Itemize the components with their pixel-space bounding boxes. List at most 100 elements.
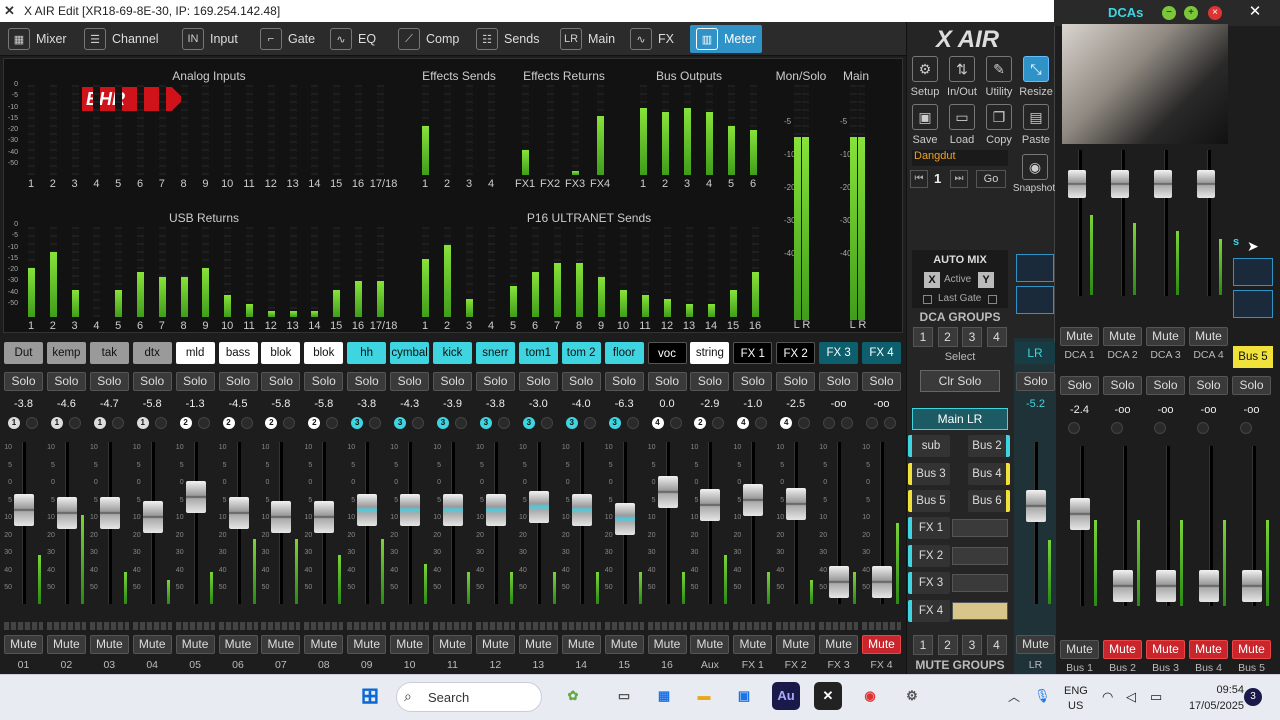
dca-assign-dot[interactable]: 3	[437, 417, 449, 429]
channel-name-9[interactable]: hh tmbo	[347, 342, 387, 381]
wrench-icon[interactable]: ✎	[986, 56, 1012, 82]
mute-group-button-1[interactable]: 1	[913, 635, 933, 655]
mute-button[interactable]: Mute	[4, 635, 43, 654]
automix-x-button[interactable]: X	[924, 272, 940, 288]
file-explorer-icon[interactable]: ▬	[690, 682, 718, 710]
tool-paste[interactable]: Paste	[1017, 134, 1055, 146]
solo-button[interactable]: Solo	[304, 372, 344, 391]
mute-button[interactable]: Mute	[776, 635, 816, 654]
fader-cap[interactable]	[271, 500, 292, 533]
fader-cap[interactable]	[657, 475, 678, 508]
solo-button[interactable]: Solo	[733, 372, 773, 391]
task-view-icon[interactable]: ▭	[610, 682, 638, 710]
mute-button[interactable]: Mute	[518, 635, 558, 654]
fader-cap[interactable]	[700, 488, 721, 521]
fader-cap[interactable]	[99, 496, 120, 529]
audition-icon[interactable]: Au	[772, 682, 800, 710]
solo-button[interactable]: Solo	[4, 372, 43, 391]
channel-name-14[interactable]: tom 2	[561, 342, 601, 364]
arrows-icon[interactable]: ⇅	[949, 56, 975, 82]
dca-assign-dot[interactable]: 1	[50, 417, 63, 429]
dca-assign-dot-empty[interactable]	[823, 417, 836, 429]
dca-assign-dot-empty[interactable]	[583, 417, 596, 429]
bus-dca-dot[interactable]	[1240, 422, 1252, 434]
next-scene-icon[interactable]: ⏭	[950, 170, 968, 188]
bus-solo-button[interactable]: Solo	[1146, 376, 1185, 395]
dca-assign-dot-empty[interactable]	[884, 417, 896, 429]
fader-cap[interactable]	[571, 494, 592, 526]
channel-name-2[interactable]: kemp	[46, 342, 86, 364]
dca-assign-dot-empty[interactable]	[669, 417, 682, 429]
tool-load[interactable]: Load	[943, 134, 981, 146]
last-gate-checkbox-right[interactable]	[988, 295, 997, 304]
dca-assign-dot-empty[interactable]	[866, 417, 878, 429]
automix-y-button[interactable]: Y	[978, 272, 994, 288]
fader-cap[interactable]	[485, 494, 506, 526]
mute-button[interactable]: Mute	[433, 635, 472, 654]
fader-cap[interactable]	[614, 503, 635, 536]
fader-cap[interactable]	[786, 487, 807, 520]
fader-track[interactable]	[665, 442, 670, 604]
fader-cap[interactable]	[528, 491, 549, 524]
dca-assign-dot-empty[interactable]	[111, 417, 124, 429]
dca-assign-dot-empty[interactable]	[240, 417, 253, 429]
scene-name[interactable]: Dangdut	[912, 150, 1008, 166]
tab-mixer[interactable]: ▦ Mixer	[2, 25, 73, 53]
fader-cap[interactable]	[14, 494, 34, 526]
folder-icon[interactable]: ▭	[949, 104, 975, 130]
bus-mute-button[interactable]: Mute	[1103, 640, 1142, 659]
lr-fader-cap[interactable]	[1026, 490, 1046, 522]
main-lr-button[interactable]: Main LR	[912, 408, 1008, 430]
channel-name-5[interactable]: mld	[175, 342, 215, 364]
tool-resize[interactable]: Resize	[1017, 86, 1055, 98]
maximize-icon[interactable]: +	[1184, 6, 1198, 20]
mute-button[interactable]: Mute	[647, 635, 687, 654]
tool-save[interactable]: Save	[906, 134, 944, 146]
tab-meter[interactable]: ▥ Meter	[690, 25, 762, 53]
last-gate-checkbox[interactable]	[923, 295, 932, 304]
prev-scene-icon[interactable]: ⏮	[910, 170, 928, 188]
solo-button[interactable]: Solo	[647, 372, 687, 391]
dca-assign-dot[interactable]: 3	[565, 417, 578, 429]
battery-icon[interactable]: ▭	[1150, 689, 1162, 705]
tray-chevron-icon[interactable]: ︿	[1008, 688, 1020, 705]
dca-fader-cap[interactable]	[1154, 170, 1172, 198]
tab-sends[interactable]: ☷ Sends	[470, 25, 545, 53]
clear-solo-button[interactable]: Clr Solo	[920, 370, 1000, 392]
lr-mute-button[interactable]: Mute	[1016, 635, 1055, 654]
bus-fader-cap[interactable]	[1242, 569, 1262, 602]
fader-track[interactable]	[708, 442, 713, 604]
paste-icon[interactable]: ▤	[1023, 104, 1049, 130]
channel-name-21[interactable]: FX 4	[862, 342, 901, 364]
fader-cap[interactable]	[443, 494, 463, 526]
fader-cap[interactable]	[185, 481, 206, 513]
fader-cap[interactable]	[228, 496, 249, 529]
tab-eq[interactable]: ∿ EQ	[324, 25, 382, 53]
eq-thumbnail[interactable]	[1233, 258, 1273, 286]
mute-group-button-2[interactable]: 2	[937, 635, 958, 655]
channel-name-1[interactable]: Dut	[4, 342, 43, 364]
bus-fader-cap[interactable]	[1070, 498, 1090, 530]
widgets-icon[interactable]: ▦	[650, 682, 678, 710]
chrome-icon[interactable]: ◉	[856, 682, 884, 710]
bus5-label[interactable]: Bus 5	[1233, 346, 1273, 368]
solo-button[interactable]: Solo	[776, 372, 816, 391]
channel-name-17[interactable]: string	[690, 342, 730, 364]
lr-name[interactable]: LR	[1015, 342, 1055, 364]
dca-group-button-4[interactable]: 4	[986, 327, 1007, 347]
solo-button[interactable]: Solo	[261, 372, 301, 391]
dca-assign-dot-empty[interactable]	[540, 417, 553, 429]
channel-name-7[interactable]: blok	[261, 342, 301, 364]
solo-button[interactable]: Solo	[347, 372, 387, 391]
solo-button[interactable]: Solo	[862, 372, 901, 391]
solo-button[interactable]: Solo	[819, 372, 859, 391]
fader-cap[interactable]	[400, 494, 421, 526]
dca-mute-button[interactable]: Mute	[1103, 327, 1142, 346]
microphone-icon[interactable]: 🎙	[1034, 688, 1051, 704]
fx-button-2[interactable]: FX 2	[908, 544, 950, 567]
fader-cap[interactable]	[357, 494, 378, 526]
mute-button[interactable]: Mute	[604, 635, 644, 654]
fader-track[interactable]	[193, 442, 198, 604]
channel-name-10[interactable]: cymbal	[390, 342, 430, 364]
mute-button[interactable]: Mute	[261, 635, 301, 654]
